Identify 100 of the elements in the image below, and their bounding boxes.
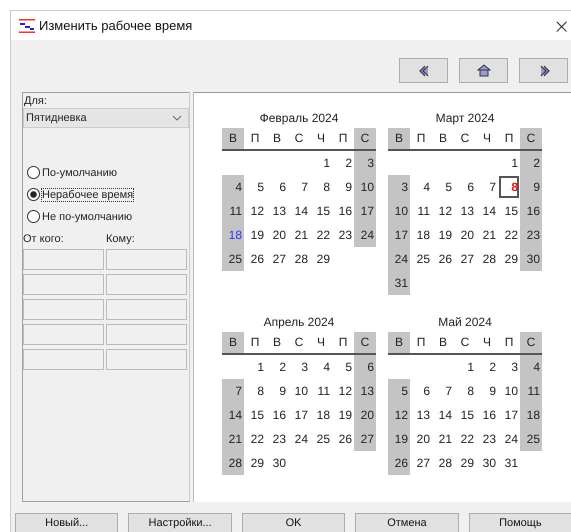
- calendar-day[interactable]: 5: [388, 379, 410, 403]
- calendar-day[interactable]: 7: [476, 175, 498, 199]
- calendar-day[interactable]: 9: [332, 175, 354, 199]
- calendar-day[interactable]: 16: [332, 199, 354, 223]
- calendar-day[interactable]: 8: [454, 379, 476, 403]
- calendar-day[interactable]: 7: [288, 175, 310, 199]
- calendar-day[interactable]: 22: [310, 223, 332, 247]
- calendar-day[interactable]: 19: [332, 403, 354, 427]
- calendar-day[interactable]: 23: [476, 427, 498, 451]
- calendar-day[interactable]: 25: [520, 427, 542, 451]
- calendar-day[interactable]: 18: [410, 223, 432, 247]
- calendar-day[interactable]: 15: [454, 403, 476, 427]
- chevron-left-button[interactable]: [399, 58, 448, 83]
- calendar-day[interactable]: 24: [288, 427, 310, 451]
- calendar-day[interactable]: 25: [222, 247, 244, 271]
- calendar-day[interactable]: 4: [222, 175, 244, 199]
- calendar-day[interactable]: 5: [244, 175, 266, 199]
- calendar-day[interactable]: 28: [432, 451, 454, 475]
- calendar-day[interactable]: 18: [222, 223, 244, 247]
- calendar-day[interactable]: 16: [266, 403, 288, 427]
- calendar-day[interactable]: 30: [476, 451, 498, 475]
- input-field[interactable]: [106, 249, 187, 270]
- calendar-day[interactable]: 18: [520, 403, 542, 427]
- calendar-day[interactable]: 26: [388, 451, 410, 475]
- calendar-day[interactable]: 13: [454, 199, 476, 223]
- calendar-day[interactable]: 20: [410, 427, 432, 451]
- input-field[interactable]: [23, 349, 104, 370]
- calendar-day[interactable]: 20: [266, 223, 288, 247]
- calendar-day[interactable]: 5: [332, 355, 354, 379]
- calendar-day[interactable]: 15: [498, 199, 520, 223]
- calendar-day[interactable]: 16: [520, 199, 542, 223]
- house-button[interactable]: [459, 58, 508, 83]
- calendar-day[interactable]: 6: [266, 175, 288, 199]
- calendar-day[interactable]: 13: [354, 379, 376, 403]
- calendar-day[interactable]: 21: [288, 223, 310, 247]
- calendar-day[interactable]: 9: [476, 379, 498, 403]
- calendar-day[interactable]: 27: [454, 247, 476, 271]
- calendar-day[interactable]: 13: [410, 403, 432, 427]
- calendar-day[interactable]: 2: [520, 151, 542, 175]
- calendar-day[interactable]: 17: [288, 403, 310, 427]
- calendar-day[interactable]: 18: [310, 403, 332, 427]
- calendar-day[interactable]: 19: [388, 427, 410, 451]
- calendar-day[interactable]: 4: [520, 355, 542, 379]
- calendar-day[interactable]: 27: [266, 247, 288, 271]
- calendar-day[interactable]: 23: [332, 223, 354, 247]
- calendar-day[interactable]: 3: [498, 355, 520, 379]
- calendar-day[interactable]: 16: [476, 403, 498, 427]
- calendar-day[interactable]: 12: [244, 199, 266, 223]
- calendar-day[interactable]: 4: [310, 355, 332, 379]
- calendar-day[interactable]: 12: [432, 199, 454, 223]
- input-field[interactable]: [23, 324, 104, 345]
- input-field[interactable]: [23, 274, 104, 295]
- calendar-day[interactable]: 1: [244, 355, 266, 379]
- radio-option[interactable]: По-умолчанию: [27, 166, 117, 179]
- calendar-day[interactable]: 26: [432, 247, 454, 271]
- calendar-day[interactable]: 20: [454, 223, 476, 247]
- calendar-day[interactable]: 10: [388, 199, 410, 223]
- calendar-day[interactable]: 25: [410, 247, 432, 271]
- calendar-day[interactable]: 22: [454, 427, 476, 451]
- calendar-day[interactable]: 22: [244, 427, 266, 451]
- calendar-day[interactable]: 19: [244, 223, 266, 247]
- calendar-day[interactable]: 5: [432, 175, 454, 199]
- calendar-day[interactable]: 2: [476, 355, 498, 379]
- calendar-day[interactable]: 12: [332, 379, 354, 403]
- calendar-day[interactable]: 19: [432, 223, 454, 247]
- dialog-button[interactable]: Отмена: [355, 513, 459, 532]
- calendar-day[interactable]: 3: [288, 355, 310, 379]
- calendar-day[interactable]: 30: [266, 451, 288, 475]
- calendar-day[interactable]: 15: [244, 403, 266, 427]
- calendar-day[interactable]: 31: [498, 451, 520, 475]
- calendar-day[interactable]: 6: [410, 379, 432, 403]
- input-field[interactable]: [106, 274, 187, 295]
- calendar-day[interactable]: 8: [244, 379, 266, 403]
- calendar-dropdown[interactable]: Пятидневка: [23, 108, 189, 128]
- calendar-day[interactable]: 21: [432, 427, 454, 451]
- calendar-day[interactable]: 29: [244, 451, 266, 475]
- calendar-day[interactable]: 27: [354, 427, 376, 451]
- calendar-day[interactable]: 24: [498, 427, 520, 451]
- calendar-day[interactable]: 6: [454, 175, 476, 199]
- calendar-day[interactable]: 13: [266, 199, 288, 223]
- calendar-day[interactable]: 6: [354, 355, 376, 379]
- dialog-button[interactable]: OK: [242, 513, 346, 532]
- dialog-button[interactable]: Помощь: [468, 513, 571, 532]
- chevron-right-button[interactable]: [519, 58, 568, 83]
- calendar-day[interactable]: 27: [410, 451, 432, 475]
- calendar-day[interactable]: 11: [310, 379, 332, 403]
- calendar-day[interactable]: 1: [498, 151, 520, 175]
- input-field[interactable]: [23, 249, 104, 270]
- calendar-day[interactable]: 8: [310, 175, 332, 199]
- calendar-day[interactable]: 11: [520, 379, 542, 403]
- calendar-day[interactable]: 26: [244, 247, 266, 271]
- radio-option[interactable]: Нерабочее время: [27, 188, 134, 201]
- calendar-day[interactable]: 7: [432, 379, 454, 403]
- calendar-day[interactable]: 22: [498, 223, 520, 247]
- dialog-button[interactable]: Настройки...: [128, 513, 232, 532]
- input-field[interactable]: [23, 299, 104, 320]
- calendar-day[interactable]: 12: [388, 403, 410, 427]
- calendar-day[interactable]: 30: [520, 247, 542, 271]
- calendar-day[interactable]: 17: [354, 199, 376, 223]
- calendar-day[interactable]: 28: [476, 247, 498, 271]
